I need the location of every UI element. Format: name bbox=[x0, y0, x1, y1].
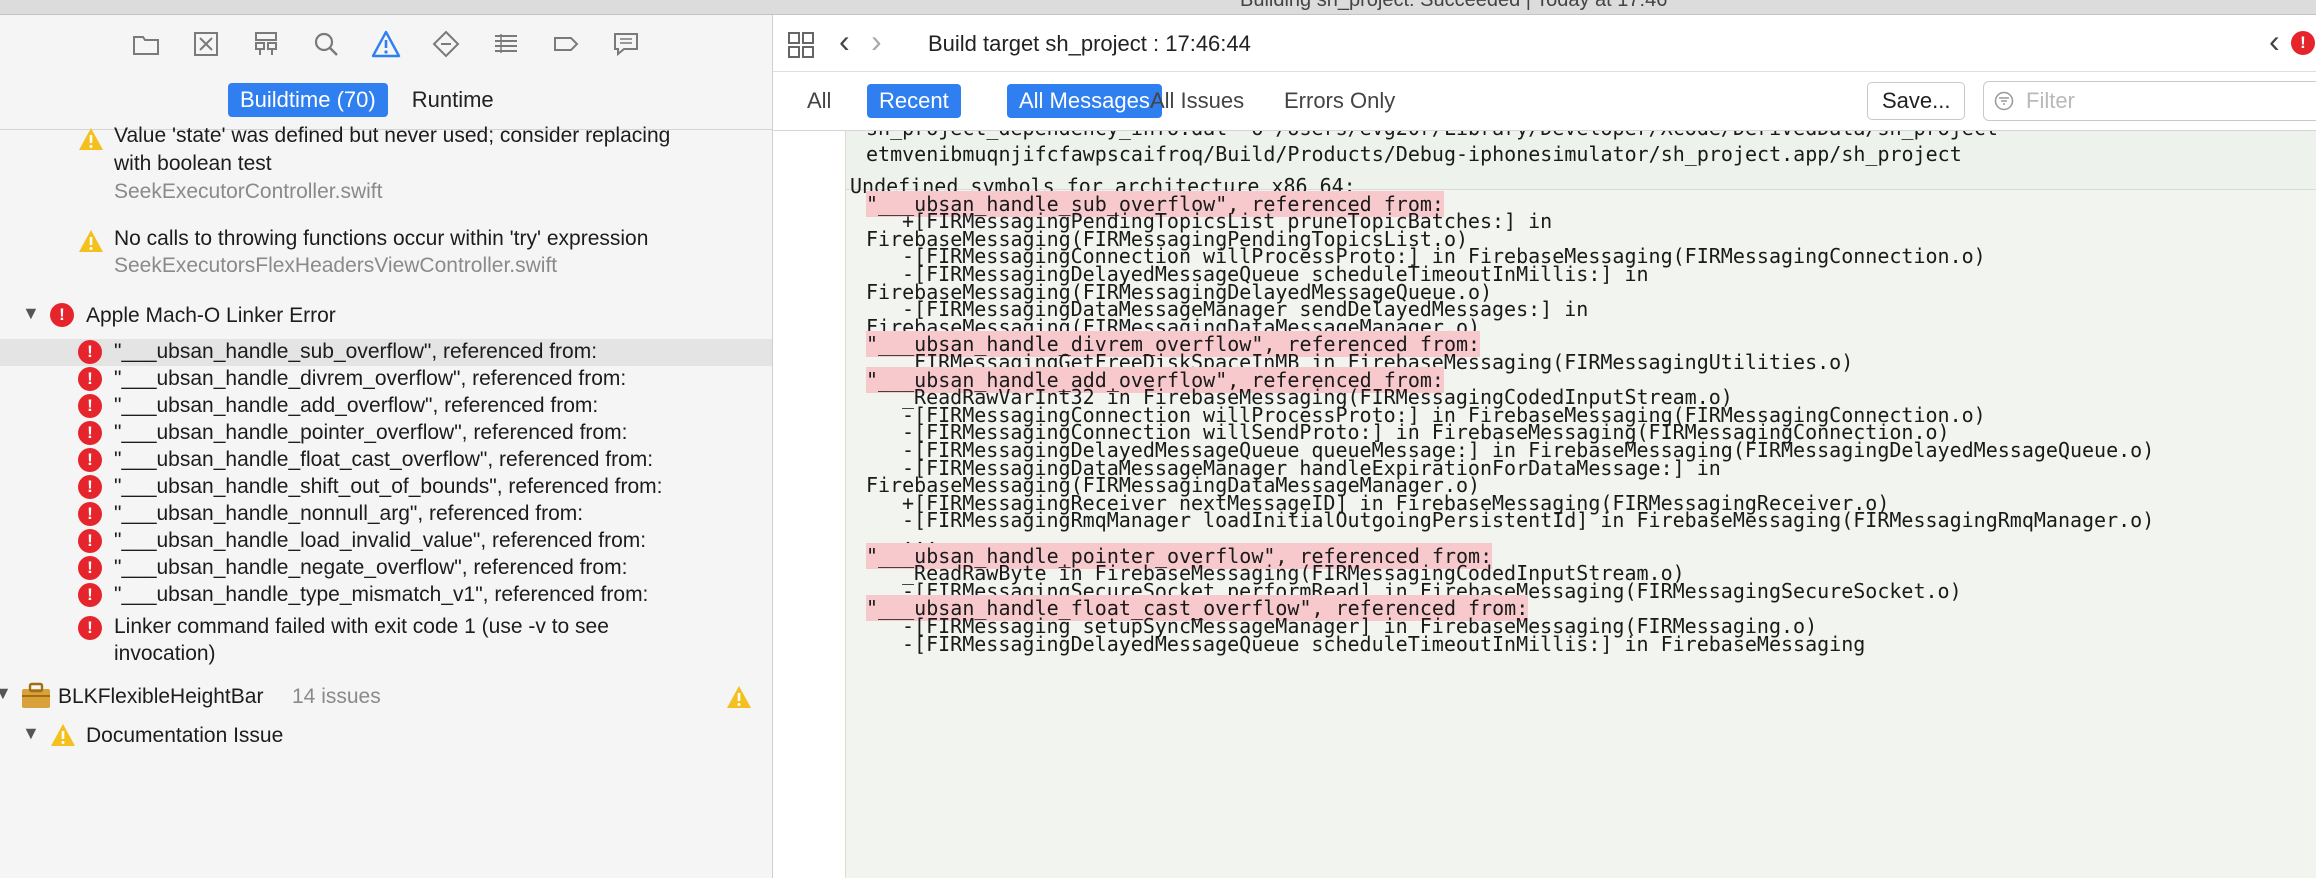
warning-file: SeekExecutorController.swift bbox=[114, 180, 383, 203]
tab-runtime[interactable]: Runtime bbox=[400, 83, 506, 117]
log-filter-bar: All Recent All Messages All Issues Error… bbox=[773, 72, 2316, 131]
linker-failed-message-cont: invocation) bbox=[114, 642, 216, 665]
filter-field[interactable] bbox=[1983, 81, 2316, 121]
error-message: "___ubsan_handle_sub_overflow", referenc… bbox=[114, 340, 598, 363]
log-line: etmvenibmuqnjifcfawpscaifroq/Build/Produ… bbox=[866, 142, 1962, 166]
error-icon: ! bbox=[78, 556, 102, 580]
error-rows: ! "___ubsan_handle_sub_overflow", referen… bbox=[0, 339, 772, 609]
breadcrumb[interactable]: Build target sh_project : 17:46:44 bbox=[928, 31, 1251, 57]
warning-icon bbox=[79, 230, 103, 252]
error-message: "___ubsan_handle_load_invalid_value", re… bbox=[114, 529, 647, 552]
disclosure-triangle-icon[interactable]: ▼ bbox=[0, 683, 12, 704]
error-icon: ! bbox=[50, 303, 74, 327]
filter-errors-only[interactable]: Errors Only bbox=[1272, 84, 1407, 118]
tab-buildtime[interactable]: Buildtime (70) bbox=[228, 83, 388, 117]
warning-message-cont: with boolean test bbox=[114, 152, 272, 175]
list-item[interactable]: ! "___ubsan_handle_sub_overflow", referen… bbox=[0, 339, 772, 366]
list-item[interactable]: ! "___ubsan_handle_pointer_overflow", ref… bbox=[0, 420, 772, 447]
issue-list: Value 'state' was defined but never used… bbox=[0, 124, 772, 757]
error-message: "___ubsan_handle_add_overflow", referenc… bbox=[114, 394, 599, 417]
error-icon: ! bbox=[78, 616, 102, 640]
issue-group-linker-error[interactable]: ▼ ! Apple Mach-O Linker Error bbox=[0, 299, 772, 339]
list-item[interactable]: No calls to throwing functions occur wit… bbox=[0, 227, 772, 299]
list-item[interactable]: Value 'state' was defined but never used… bbox=[0, 124, 772, 227]
error-icon: ! bbox=[78, 421, 102, 445]
warning-message: Value 'state' was defined but never used… bbox=[114, 124, 671, 147]
log-line: -[FIRMessagingDelayedMessageQueue schedu… bbox=[902, 631, 1866, 656]
log-line: -[FIRMessagingRmqManager loadInitialOutg… bbox=[902, 508, 2155, 533]
list-item[interactable]: ! "___ubsan_handle_negate_overflow", refe… bbox=[0, 555, 772, 582]
error-message: "___ubsan_handle_shift_out_of_bounds", r… bbox=[114, 475, 663, 498]
list-item[interactable]: ! "___ubsan_handle_nonnull_arg", referenc… bbox=[0, 501, 772, 528]
filter-recent[interactable]: Recent bbox=[867, 84, 961, 118]
list-item[interactable]: ! "___ubsan_handle_add_overflow", referen… bbox=[0, 393, 772, 420]
filter-all[interactable]: All bbox=[795, 84, 843, 118]
source-control-icon[interactable] bbox=[187, 25, 225, 63]
forward-chevron-icon[interactable]: › bbox=[871, 23, 882, 60]
issue-group-title: Apple Mach-O Linker Error bbox=[86, 304, 336, 327]
error-icon: ! bbox=[78, 448, 102, 472]
error-icon: ! bbox=[78, 475, 102, 499]
test-diamond-icon[interactable] bbox=[427, 25, 465, 63]
warning-file: SeekExecutorsFlexHeadersViewController.s… bbox=[114, 254, 558, 277]
window-titlebar: Building sh_project: Succeeded | Today a… bbox=[0, 0, 2316, 15]
error-message: "___ubsan_handle_divrem_overflow", refer… bbox=[114, 367, 627, 390]
doc-issue-title: Documentation Issue bbox=[86, 724, 284, 747]
back-chevron-icon[interactable]: ‹ bbox=[839, 23, 850, 60]
error-icon: ! bbox=[78, 394, 102, 418]
symbol-hierarchy-icon[interactable] bbox=[247, 25, 285, 63]
warning-icon bbox=[727, 686, 751, 708]
issue-group-documentation[interactable]: ▼ Documentation Issue bbox=[0, 717, 772, 757]
warning-icon bbox=[79, 128, 103, 150]
linker-failed-message: Linker command failed with exit code 1 (… bbox=[114, 615, 609, 638]
jump-bar: ‹ › Build target sh_project : 17:46:44 ‹… bbox=[773, 15, 2316, 72]
error-message: "___ubsan_handle_float_cast_overflow", r… bbox=[114, 448, 654, 471]
issue-navigator: Buildtime (70) Runtime Value 'state' was… bbox=[0, 15, 773, 878]
filter-input[interactable] bbox=[2024, 87, 2316, 115]
folder-icon[interactable] bbox=[127, 25, 165, 63]
report-message-icon[interactable] bbox=[607, 25, 645, 63]
list-item[interactable]: ! Linker command failed with exit code 1… bbox=[0, 609, 772, 677]
window-title: Building sh_project: Succeeded | Today a… bbox=[1240, 0, 1668, 11]
debug-list-icon[interactable] bbox=[487, 25, 525, 63]
list-item[interactable]: ! "___ubsan_handle_load_invalid_value", r… bbox=[0, 528, 772, 555]
error-icon: ! bbox=[78, 340, 102, 364]
buildtime-runtime-switch: Buildtime (70) Runtime bbox=[228, 83, 506, 117]
error-icon: ! bbox=[78, 502, 102, 526]
warning-message: No calls to throwing functions occur wit… bbox=[114, 227, 649, 250]
error-message: "___ubsan_handle_type_mismatch_v1", refe… bbox=[114, 583, 649, 606]
list-item[interactable]: ! "___ubsan_handle_divrem_overflow", refe… bbox=[0, 366, 772, 393]
error-icon: ! bbox=[78, 529, 102, 553]
navigator-selector-bar bbox=[0, 15, 772, 73]
error-message: "___ubsan_handle_nonnull_arg", reference… bbox=[114, 502, 584, 525]
previous-issue-chevron-icon[interactable]: ‹ bbox=[2269, 23, 2280, 60]
breakpoint-tag-icon[interactable] bbox=[547, 25, 585, 63]
list-item[interactable]: ! "___ubsan_handle_shift_out_of_bounds", … bbox=[0, 474, 772, 501]
related-items-grid-icon[interactable] bbox=[787, 31, 815, 59]
list-item[interactable]: ! "___ubsan_handle_float_cast_overflow", … bbox=[0, 447, 772, 474]
error-icon[interactable]: ! bbox=[2291, 31, 2315, 55]
error-message: "___ubsan_handle_pointer_overflow", refe… bbox=[114, 421, 628, 444]
filter-icon bbox=[1994, 91, 2014, 111]
build-log-transcript[interactable]: sh_project_dependency_info.dat -o /Users… bbox=[846, 131, 2316, 878]
error-icon: ! bbox=[78, 583, 102, 607]
search-icon[interactable] bbox=[307, 25, 345, 63]
list-item[interactable]: ! "___ubsan_handle_type_mismatch_v1", ref… bbox=[0, 582, 772, 609]
issue-warning-icon[interactable] bbox=[367, 25, 405, 63]
error-message: "___ubsan_handle_negate_overflow", refer… bbox=[114, 556, 628, 579]
disclosure-triangle-icon[interactable]: ▼ bbox=[22, 723, 40, 744]
project-issue-count: 14 issues bbox=[292, 685, 381, 708]
toolbox-icon bbox=[22, 682, 50, 708]
disclosure-triangle-icon[interactable]: ▼ bbox=[22, 303, 40, 324]
error-icon: ! bbox=[78, 367, 102, 391]
filter-all-issues[interactable]: All Issues bbox=[1138, 84, 1256, 118]
project-name: BLKFlexibleHeightBar bbox=[58, 685, 264, 708]
log-gutter bbox=[773, 131, 846, 878]
warning-icon bbox=[51, 724, 75, 746]
log-line: sh_project_dependency_info.dat -o /Users… bbox=[866, 131, 2010, 141]
save-button[interactable]: Save... bbox=[1867, 82, 1966, 120]
project-group[interactable]: ▼ BLKFlexibleHeightBar 14 issues bbox=[0, 677, 772, 717]
build-log-editor: ‹ › Build target sh_project : 17:46:44 ‹… bbox=[773, 15, 2316, 878]
